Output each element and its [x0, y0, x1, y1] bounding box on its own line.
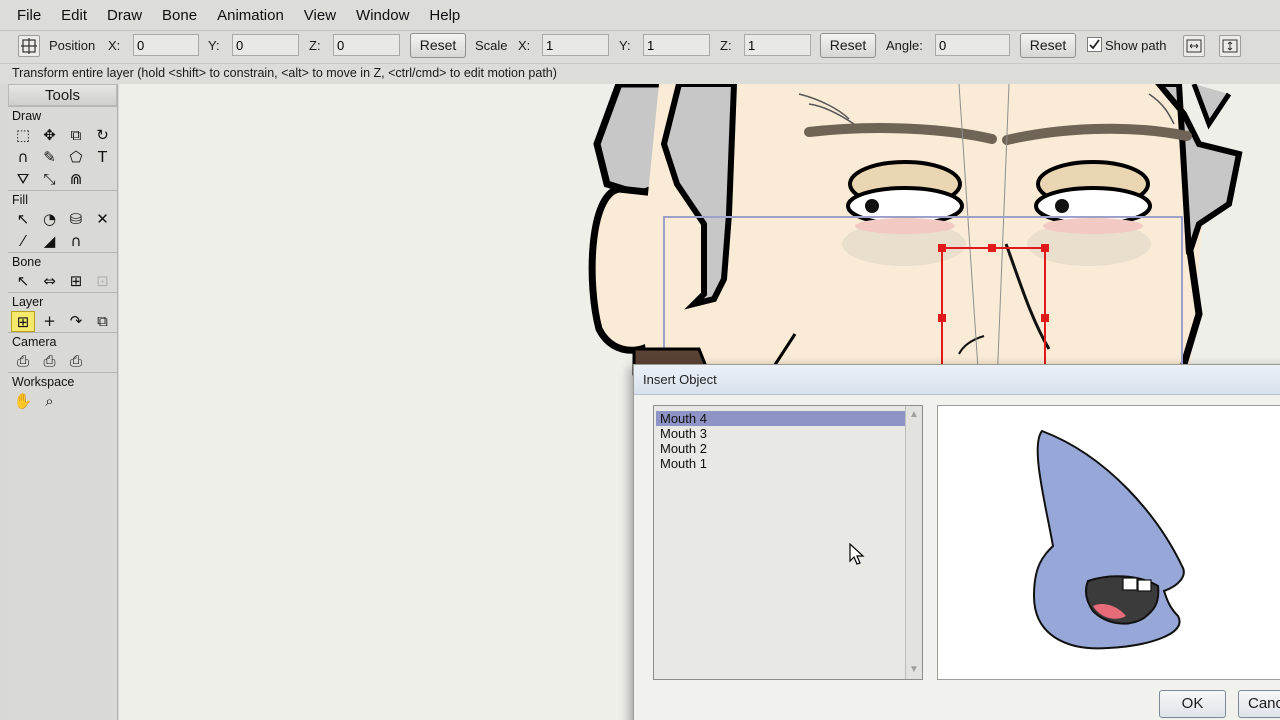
translate-bone-icon[interactable]: ⇔	[38, 271, 62, 292]
position-y-field[interactable]	[232, 34, 299, 56]
paint-bucket-icon[interactable]: ⛁	[64, 209, 88, 230]
select-shape-icon[interactable]: ↖	[11, 209, 35, 230]
rotate-layer-icon[interactable]: ↷	[64, 311, 88, 332]
show-path-checkbox[interactable]	[1087, 37, 1102, 52]
create-shape-icon[interactable]: ◔	[38, 209, 62, 230]
scroll-down-arrow-icon[interactable]: ▼	[906, 662, 922, 678]
switch-layer-icon[interactable]: ⧉	[91, 311, 115, 332]
insert-text-icon[interactable]: T	[91, 147, 115, 168]
position-x-label: X:	[108, 38, 121, 53]
cancel-button[interactable]: Canc	[1238, 690, 1280, 718]
menu-bar: File Edit Draw Bone Animation View Windo…	[0, 0, 1280, 31]
scale-y-label: Y:	[619, 38, 631, 53]
menu-bone[interactable]: Bone	[162, 7, 197, 24]
position-z-label: Z:	[309, 38, 321, 53]
scale-reset-button[interactable]: Reset	[820, 33, 876, 58]
select-points-icon[interactable]: ⬚	[11, 125, 35, 146]
angle-label: Angle:	[886, 38, 923, 53]
position-reset-button[interactable]: Reset	[410, 33, 466, 58]
object-preview	[937, 405, 1280, 680]
menu-view[interactable]: View	[304, 7, 336, 24]
hide-edge-icon[interactable]: ∩	[64, 231, 88, 252]
tools-panel: Tools Draw ⬚ ✥ ⧉ ↻ ∩ ✎ ⬠ T ⛛ ⤡ ⋒ Fill ↖ …	[8, 84, 118, 720]
flip-horizontal-icon[interactable]	[1183, 35, 1205, 57]
list-item[interactable]: Mouth 1	[656, 456, 916, 471]
angle-reset-button[interactable]: Reset	[1020, 33, 1076, 58]
scroll-up-arrow-icon[interactable]: ▲	[906, 407, 922, 423]
line-width-icon[interactable]: ◢	[38, 231, 62, 252]
scale-points-icon[interactable]: ⧉	[64, 125, 88, 146]
scale-z-field[interactable]	[744, 34, 811, 56]
select-bone-icon[interactable]: ↖	[11, 271, 35, 292]
set-origin-icon[interactable]: +	[38, 311, 62, 332]
tools-panel-title: Tools	[8, 84, 117, 106]
tools-section-draw: Draw	[8, 106, 117, 124]
ok-button[interactable]: OK	[1159, 690, 1226, 718]
rotate-points-icon[interactable]: ↻	[91, 125, 115, 146]
tools-section-camera: Camera	[8, 332, 117, 350]
transform-layer-icon	[18, 35, 40, 57]
pan-hand-icon[interactable]: ✋	[11, 391, 35, 412]
list-item[interactable]: Mouth 2	[656, 441, 916, 456]
dialog-title: Insert Object	[634, 365, 1280, 395]
scale-x-label: X:	[518, 38, 531, 53]
checkmark-icon	[1089, 39, 1100, 50]
list-scrollbar[interactable]: ▲ ▼	[905, 406, 922, 679]
freehand-icon[interactable]: ✎	[38, 147, 62, 168]
scale-x-field[interactable]	[542, 34, 609, 56]
menu-window[interactable]: Window	[356, 7, 409, 24]
roll-camera-icon[interactable]: ⎙	[64, 351, 88, 372]
reparent-bone-icon[interactable]: ⊡	[91, 271, 115, 292]
add-bone-icon[interactable]: ⊞	[64, 271, 88, 292]
curvature-icon[interactable]: ⤡	[38, 169, 62, 190]
insert-object-dialog: Insert Object Mouth 4 Mouth 3 Mouth 2 Mo…	[633, 364, 1280, 720]
menu-file[interactable]: File	[17, 7, 41, 24]
object-list[interactable]: Mouth 4 Mouth 3 Mouth 2 Mouth 1 ▲ ▼	[653, 405, 923, 680]
tools-section-layer: Layer	[8, 292, 117, 310]
mouse-cursor-icon	[849, 543, 865, 565]
mouth-preview-image	[1032, 429, 1185, 650]
menu-edit[interactable]: Edit	[61, 7, 87, 24]
track-camera-icon[interactable]: ⎙	[11, 351, 35, 372]
flip-vertical-icon[interactable]	[1219, 35, 1241, 57]
eyedropper-icon[interactable]: ⁄	[11, 231, 35, 252]
list-item[interactable]: Mouth 4	[656, 411, 916, 426]
delete-edge-icon[interactable]: ⛛	[11, 169, 35, 190]
tools-section-bone: Bone	[8, 252, 117, 270]
position-z-field[interactable]	[333, 34, 400, 56]
show-path-label: Show path	[1105, 38, 1167, 53]
menu-draw[interactable]: Draw	[107, 7, 142, 24]
delete-shape-icon[interactable]: ✕	[91, 209, 115, 230]
status-text: Transform entire layer (hold <shift> to …	[0, 64, 1280, 84]
draw-shape-icon[interactable]: ⬠	[64, 147, 88, 168]
transform-layer-tool-icon[interactable]: ⊞	[11, 310, 35, 332]
scale-z-label: Z:	[720, 38, 732, 53]
angle-field[interactable]	[935, 34, 1010, 56]
translate-points-icon[interactable]: ✥	[38, 125, 62, 146]
zoom-magnifier-icon[interactable]: ⌕	[38, 391, 62, 412]
zoom-camera-icon[interactable]: ⎙	[38, 351, 62, 372]
menu-animation[interactable]: Animation	[217, 7, 284, 24]
scale-y-field[interactable]	[643, 34, 710, 56]
scale-label: Scale	[475, 38, 508, 53]
list-item[interactable]: Mouth 3	[656, 426, 916, 441]
tools-section-workspace: Workspace	[8, 372, 117, 390]
menu-help[interactable]: Help	[429, 7, 460, 24]
tools-section-fill: Fill	[8, 190, 117, 208]
position-x-field[interactable]	[133, 34, 199, 56]
add-point-icon[interactable]: ∩	[11, 147, 35, 168]
tool-options-bar: Position X: Y: Z: Reset Scale X: Y: Z: R…	[0, 31, 1280, 64]
position-label: Position	[49, 38, 96, 53]
magnet-icon[interactable]: ⋒	[64, 169, 88, 190]
position-y-label: Y:	[208, 38, 220, 53]
